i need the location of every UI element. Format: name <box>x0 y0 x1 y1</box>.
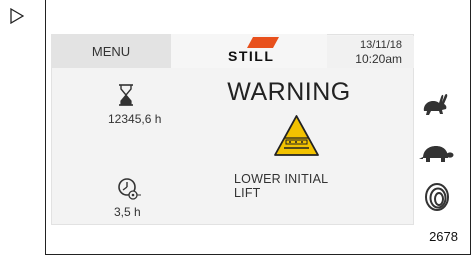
date-text: 13/11/18 <box>359 39 402 51</box>
time-text: 10:20am <box>355 52 402 66</box>
menu-button[interactable]: MENU <box>51 34 171 68</box>
logo-text: STILL <box>228 48 275 64</box>
warning-message: LOWER INITIAL LIFT <box>234 172 328 200</box>
display-screen: MENU STILL 13/11/18 10:20am 12345,6 h 3,… <box>51 34 454 225</box>
tortoise-icon <box>419 146 454 162</box>
figure-number: 2678 <box>429 229 458 244</box>
top-bar: MENU STILL 13/11/18 10:20am <box>51 34 414 68</box>
play-arrow-icon <box>10 8 24 24</box>
warning-title: WARNING <box>227 78 351 106</box>
trip-hours-value: 3,5 h <box>114 205 141 219</box>
warning-triangle-icon <box>274 115 319 156</box>
clock-icon <box>118 178 141 200</box>
datetime-display: 13/11/18 10:20am <box>327 36 414 68</box>
spiral-icon <box>425 183 449 211</box>
hare-icon <box>423 93 448 115</box>
total-hours-value: 12345,6 h <box>108 112 162 126</box>
hourglass-icon <box>119 84 133 106</box>
logo-area: STILL <box>171 34 327 68</box>
